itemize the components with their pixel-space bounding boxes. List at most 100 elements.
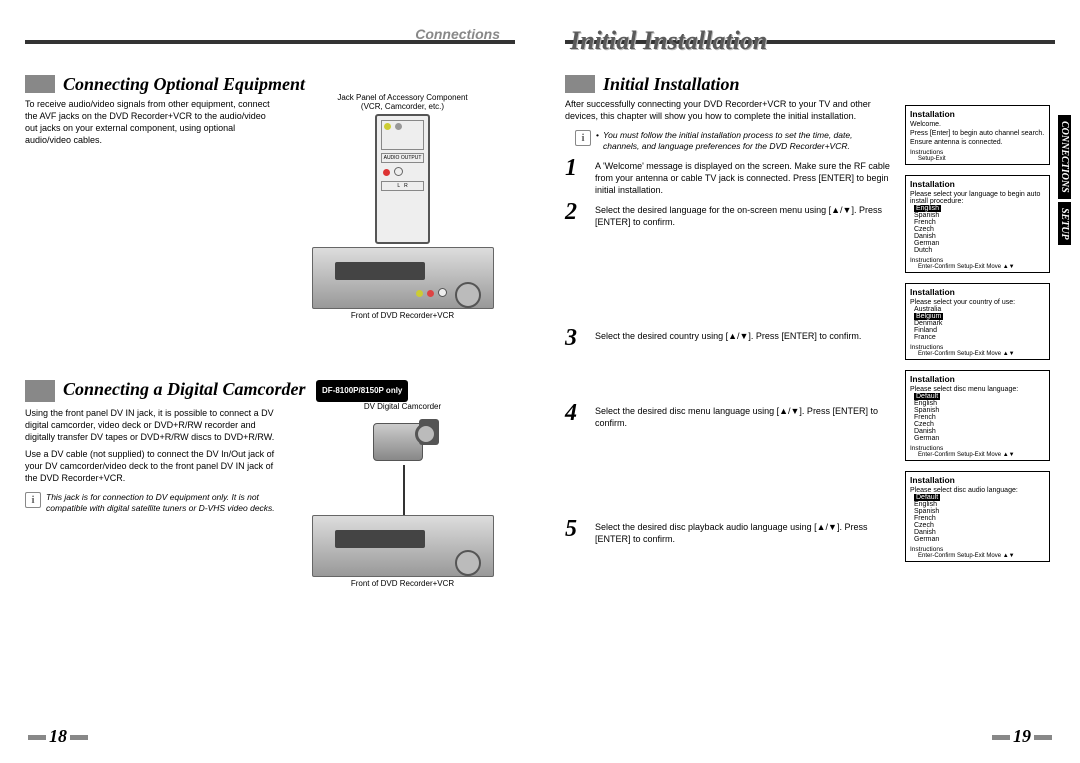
header-initial-installation: Initial Installation xyxy=(570,26,767,56)
osd-item: France xyxy=(910,334,1045,341)
osd-selected: Default xyxy=(914,393,940,400)
osd-item: Danish xyxy=(910,529,1045,536)
osd-item: English xyxy=(910,501,1045,508)
osd-item: French xyxy=(910,515,1045,522)
step-4: 4Select the desired disc menu language u… xyxy=(565,403,890,429)
osd-item: French xyxy=(910,219,1045,226)
figure-caption-top: DV Digital Camcorder xyxy=(290,402,515,411)
section-body: Use a DV cable (not supplied) to connect… xyxy=(25,448,280,484)
osd-line: Welcome. xyxy=(910,121,1045,128)
step-text: Select the desired disc menu language us… xyxy=(595,403,890,429)
section-initial-installation: Initial Installation After successfully … xyxy=(565,75,890,545)
osd-item: Czech xyxy=(910,226,1045,233)
step-5: 5Select the desired disc playback audio … xyxy=(565,519,890,545)
step-1: 1A 'Welcome' message is displayed on the… xyxy=(565,158,890,196)
osd-item: Spanish xyxy=(910,407,1045,414)
step-number: 1 xyxy=(565,158,595,196)
osd-item: French xyxy=(910,414,1045,421)
osd-item: Spanish xyxy=(910,508,1045,515)
info-icon: i xyxy=(575,130,591,146)
osd-selected: English xyxy=(914,205,941,212)
osd-line: Ensure antenna is connected. xyxy=(910,139,1045,146)
osd-selected: Default xyxy=(914,494,940,501)
osd-hints: Enter-Confirm Setup-Exit Move ▲▼ xyxy=(910,351,1045,357)
osd-box-2: InstallationPlease select your language … xyxy=(905,175,1050,273)
osd-hints: Enter-Confirm Setup-Exit Move ▲▼ xyxy=(910,553,1045,559)
osd-footer: Instructions xyxy=(910,149,1045,156)
figure-camcorder xyxy=(363,415,443,475)
osd-item: Australia xyxy=(910,306,1045,313)
step-3: 3Select the desired country using [▲/▼].… xyxy=(565,328,890,348)
step-2: 2Select the desired language for the on-… xyxy=(565,202,890,228)
osd-title: Installation xyxy=(910,374,1045,384)
header-connections: Connections xyxy=(415,26,500,42)
osd-item: Dutch xyxy=(910,247,1045,254)
info-note: i This jack is for connection to DV equi… xyxy=(25,492,280,514)
section-intro: After successfully connecting your DVD R… xyxy=(565,98,890,122)
step-number: 5 xyxy=(565,519,595,545)
section-connecting-optional: Connecting Optional Equipment To receive… xyxy=(25,75,515,320)
page-number: 18 xyxy=(25,726,91,747)
tab-connections: CONNECTIONS xyxy=(1058,115,1071,199)
page-number-text: 19 xyxy=(1013,726,1031,746)
step-number: 2 xyxy=(565,202,595,228)
osd-selected: Belgium xyxy=(914,313,943,320)
osd-item: German xyxy=(910,536,1045,543)
side-tabs: CONNECTIONS SETUP xyxy=(1058,115,1072,325)
section-body: Using the front panel DV IN jack, it is … xyxy=(25,407,280,443)
note-text: This jack is for connection to DV equipm… xyxy=(46,492,280,514)
page-19: Initial Installation Initial Installatio… xyxy=(540,0,1080,763)
osd-footer: Instructions xyxy=(910,344,1045,351)
osd-item: Finland xyxy=(910,327,1045,334)
osd-column: Installation Welcome. Press [Enter] to beg… xyxy=(905,105,1050,572)
osd-hints: Setup-Exit xyxy=(910,156,1045,162)
osd-box-1: InstallationWelcome.Press [Enter] to beg… xyxy=(905,105,1050,165)
figure-caption-bottom: Front of DVD Recorder+VCR xyxy=(290,311,515,320)
page-18: Connections Connecting Optional Equipmen… xyxy=(0,0,540,763)
osd-item: German xyxy=(910,435,1045,442)
osd-item: Czech xyxy=(910,522,1045,529)
step-text: Select the desired disc playback audio l… xyxy=(595,519,890,545)
osd-item: Czech xyxy=(910,421,1045,428)
figure-caption-top: Jack Panel of Accessory Component (VCR, … xyxy=(290,93,515,111)
section-body: To receive audio/video signals from othe… xyxy=(25,98,280,320)
osd-item: Denmark xyxy=(910,320,1045,327)
osd-box-5: Installation Please select disc audio lan… xyxy=(905,471,1050,562)
figure-caption-bottom: Front of DVD Recorder+VCR xyxy=(290,579,515,588)
step-number: 3 xyxy=(565,328,595,348)
osd-footer: Instructions xyxy=(910,546,1045,553)
osd-item: Danish xyxy=(910,233,1045,240)
page-number: 19 xyxy=(989,726,1055,747)
step-text: A 'Welcome' message is displayed on the … xyxy=(595,158,890,196)
osd-footer: Instructions xyxy=(910,445,1045,452)
osd-prompt: Please select disc audio language: xyxy=(910,487,1045,494)
tab-setup: SETUP xyxy=(1058,202,1071,246)
step-text: Select the desired country using [▲/▼]. … xyxy=(595,328,861,348)
osd-title: Installation xyxy=(910,475,1045,485)
figure-recorder-front xyxy=(312,247,494,309)
steps-list: 1A 'Welcome' message is displayed on the… xyxy=(565,158,890,545)
osd-prompt: Please select disc menu language: xyxy=(910,386,1045,393)
page-number-text: 18 xyxy=(49,726,67,746)
osd-prompt: Please select your country of use: xyxy=(910,299,1045,306)
osd-box-3: Installation Please select your country o… xyxy=(905,283,1050,360)
osd-hints: Enter-Confirm Setup-Exit Move ▲▼ xyxy=(910,452,1045,458)
osd-line: Press [Enter] to begin auto channel sear… xyxy=(910,130,1045,137)
section-title: Initial Installation xyxy=(565,75,740,93)
model-badge: DF-8100P/8150P only xyxy=(316,380,408,402)
osd-hints: Enter-Confirm Setup-Exit Move ▲▼ xyxy=(910,264,1045,270)
section-title-text: Connecting a Digital Camcorder xyxy=(63,379,306,399)
osd-item: English xyxy=(910,400,1045,407)
osd-footer: Instructions xyxy=(910,257,1045,264)
osd-item: Spanish xyxy=(910,212,1045,219)
osd-title: Installation xyxy=(910,287,1045,297)
section-title: Connecting Optional Equipment xyxy=(25,75,305,93)
info-note: i •You must follow the initial installat… xyxy=(575,130,890,152)
figure-jack-panel: AUDIO OUTPUT L R xyxy=(375,114,430,244)
osd-prompt: Please select your language to begin aut… xyxy=(910,191,1045,205)
manual-spread: Connections Connecting Optional Equipmen… xyxy=(0,0,1080,763)
osd-box-4: Installation Please select disc menu lang… xyxy=(905,370,1050,461)
osd-item: Danish xyxy=(910,428,1045,435)
step-number: 4 xyxy=(565,403,595,429)
note-text: You must follow the initial installation… xyxy=(603,130,890,152)
